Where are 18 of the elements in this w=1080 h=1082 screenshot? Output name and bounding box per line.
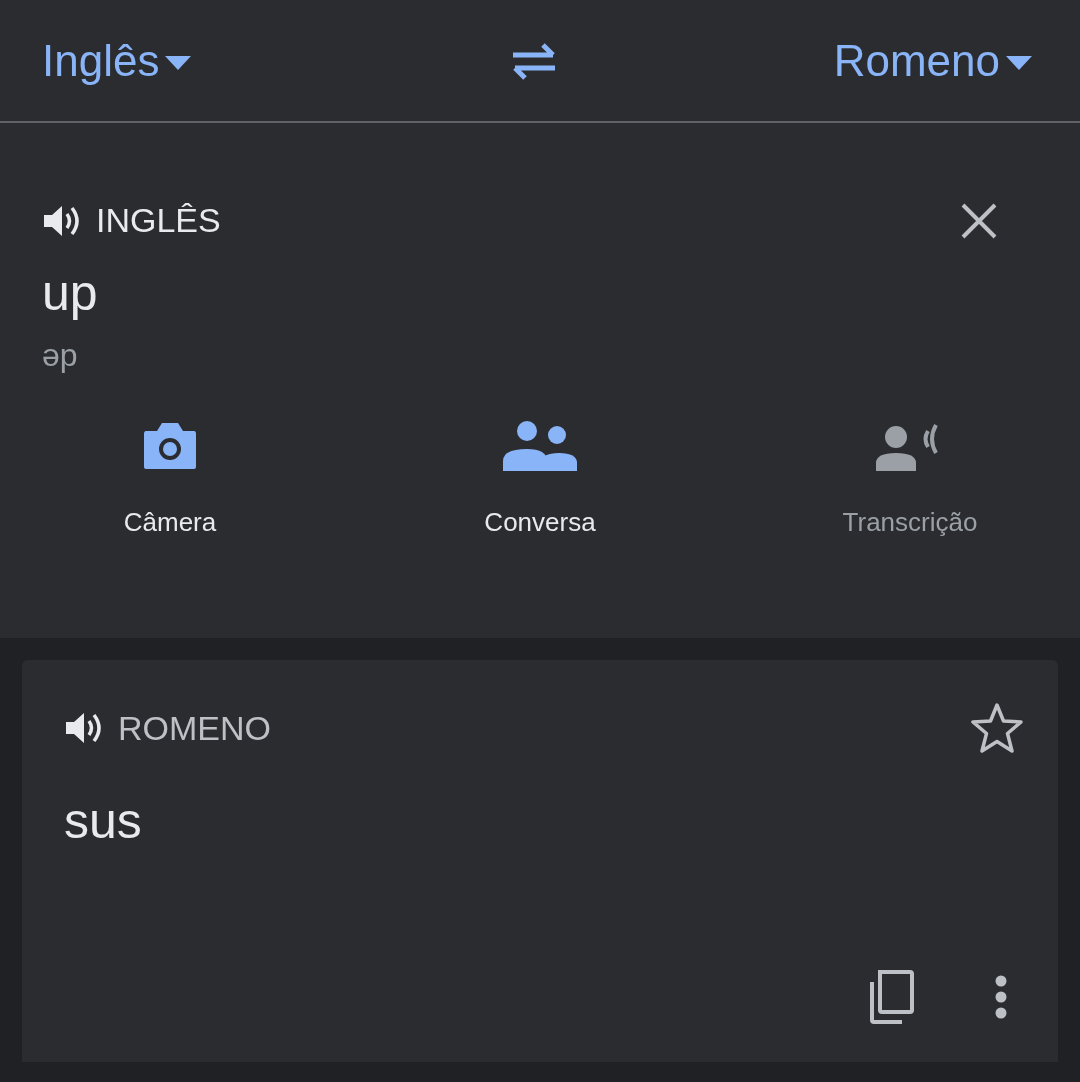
source-text[interactable]: up (0, 256, 1080, 331)
close-icon[interactable] (960, 201, 998, 240)
transliteration-text: əp (41, 336, 79, 375)
copy-icon[interactable] (868, 970, 914, 1024)
star-icon[interactable] (970, 702, 1024, 754)
target-language-label: ROMENO (118, 707, 271, 749)
translation-text: sus (63, 792, 143, 851)
target-language-button[interactable]: Romeno (833, 27, 1034, 94)
dropdown-caret-icon (163, 53, 194, 72)
dropdown-caret-icon (1004, 53, 1034, 72)
tool-button[interactable]: Câmera (0, 415, 360, 542)
source-language-label: INGLÊS (96, 200, 221, 241)
source-language-button[interactable]: Inglês (42, 27, 194, 94)
more-options-icon[interactable] (994, 975, 1008, 1019)
speaker-icon[interactable] (64, 710, 104, 746)
tool-button[interactable]: Conversa (360, 415, 720, 542)
camera-icon (142, 421, 198, 471)
people-icon (503, 419, 577, 471)
